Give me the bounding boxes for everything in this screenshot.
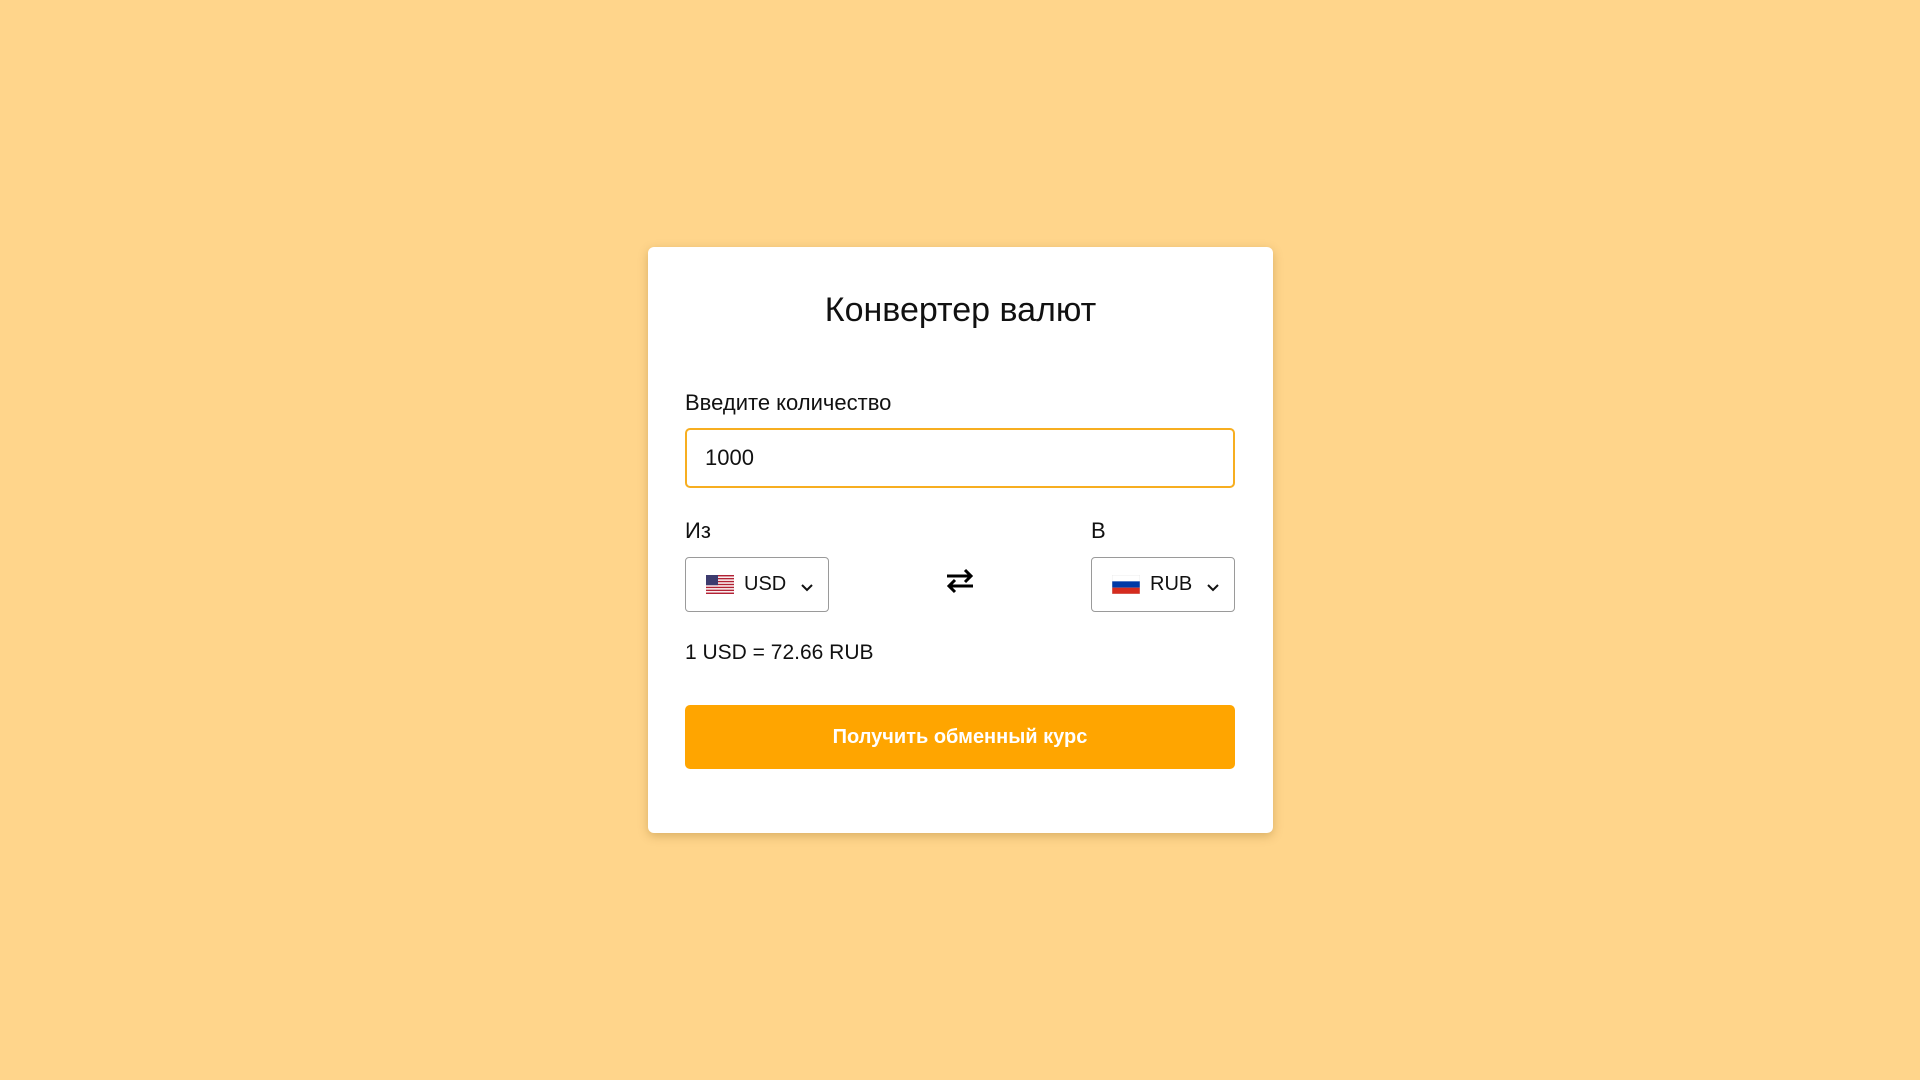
page-title: Конвертер валют xyxy=(824,291,1097,329)
chevron-down-icon xyxy=(800,580,814,591)
amount-label: Введите количество xyxy=(685,390,892,415)
from-currency-label: Из xyxy=(685,518,711,543)
to-currency-code: RUB xyxy=(1150,573,1193,595)
ru-flag-icon xyxy=(1111,574,1141,595)
get-exchange-rate-button[interactable]: Получить обменный курс xyxy=(685,705,1235,769)
from-currency-select[interactable]: USD xyxy=(685,557,829,612)
swap-arrows-icon[interactable] xyxy=(944,565,976,597)
amount-input[interactable] xyxy=(685,428,1235,488)
exchange-rate-text: 1 USD = 72.66 RUB xyxy=(685,641,874,664)
us-flag-icon xyxy=(706,575,734,594)
to-currency-label: В xyxy=(1091,518,1106,543)
chevron-down-icon xyxy=(1206,580,1220,591)
to-currency-select[interactable]: RUB xyxy=(1091,557,1235,612)
from-currency-code: USD xyxy=(744,573,787,595)
converter-card: Конвертер валют Введите количество Из US… xyxy=(648,247,1273,833)
